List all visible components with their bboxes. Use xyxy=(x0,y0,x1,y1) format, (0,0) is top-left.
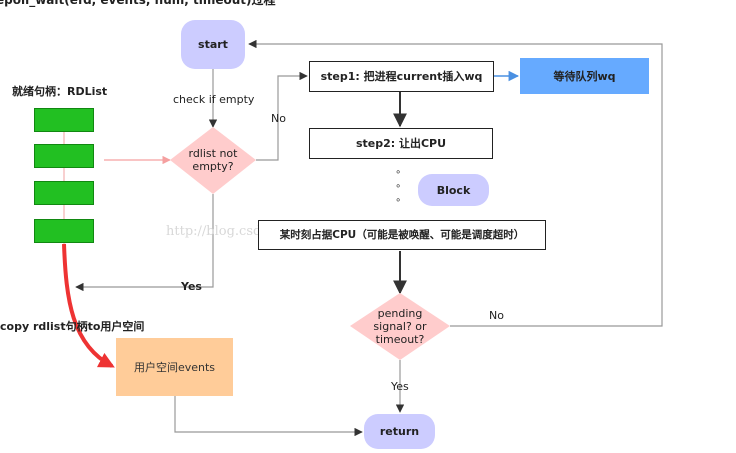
step2-box: step2: 让出CPU xyxy=(309,128,493,159)
copy-arrow xyxy=(62,243,115,368)
no-label-pending: No xyxy=(489,309,504,322)
page-heading: epoll_wait(efd, events, num, timeout)过程 xyxy=(0,0,276,7)
ellipsis-dots: ∘ ∘ ∘ xyxy=(395,167,402,206)
occupy-cpu-box: 某时刻占据CPU（可能是被唤醒、可能是调度超时） xyxy=(258,220,546,250)
start-node: start xyxy=(181,20,245,69)
rdlist-decision-text: rdlist not empty? xyxy=(188,147,238,173)
rdlist-block-2 xyxy=(34,144,94,168)
yes-label-pending: Yes xyxy=(391,380,409,393)
block-node: Block xyxy=(418,174,489,206)
wait-queue-box: 等待队列wq xyxy=(520,58,649,94)
rdlist-block-3 xyxy=(34,181,94,205)
rdlist-block-1 xyxy=(34,108,94,132)
check-if-empty-label: check if empty xyxy=(173,93,255,106)
no-label-check: No xyxy=(271,112,286,125)
return-node: return xyxy=(364,414,435,449)
edge-events-to-return xyxy=(174,395,363,437)
step1-box: step1: 把进程current插入wq xyxy=(309,61,494,92)
pending-decision-text: pending signal? or timeout? xyxy=(373,306,427,346)
copy-label: copy rdlist句柄to用户空间 xyxy=(0,320,145,333)
user-events-box: 用户空间events xyxy=(116,338,233,396)
edge-check-yes-back xyxy=(75,194,214,292)
rdlist-block-4 xyxy=(34,219,94,243)
yes-label-check: Yes xyxy=(181,280,202,293)
rdlist-label: 就绪句柄：RDList xyxy=(12,85,108,98)
